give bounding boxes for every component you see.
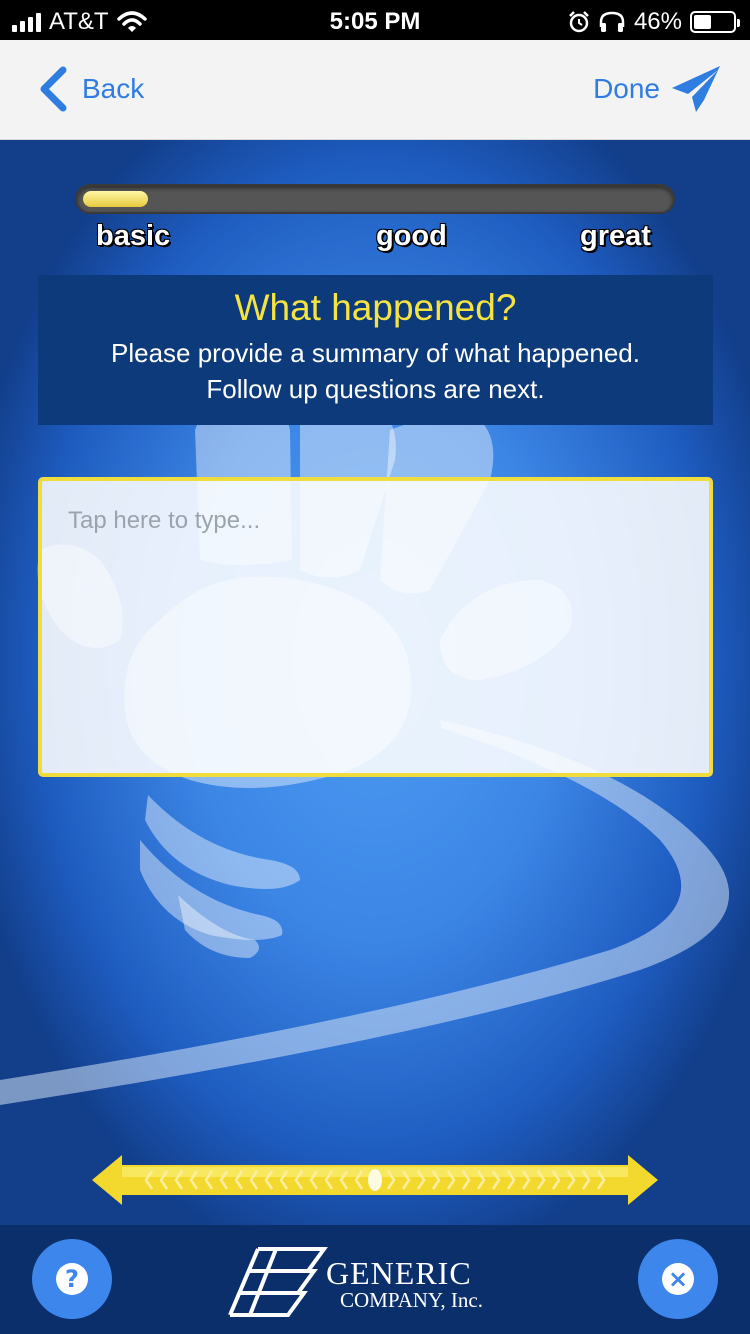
done-label: Done (593, 73, 660, 104)
main-content: basic good great What happened? Please p… (0, 140, 750, 1225)
status-bar: AT&T 5:05 PM 46% (0, 0, 750, 40)
company-logo: GENERIC COMPANY, Inc. (228, 1241, 508, 1319)
paper-plane-icon (672, 66, 720, 112)
help-button[interactable]: ? (32, 1239, 112, 1319)
level-great: great (580, 220, 651, 252)
level-good: good (376, 220, 447, 252)
status-right: 46% (568, 8, 740, 36)
battery-fill (694, 15, 712, 29)
chevron-left-icon (40, 66, 67, 112)
summary-text-input[interactable]: Tap here to type... (38, 477, 713, 777)
prompt-instructions: Please provide a summary of what happene… (38, 335, 713, 407)
progress-fill (83, 191, 148, 207)
nav-bar: Back Done (0, 40, 750, 140)
battery-icon (690, 11, 740, 33)
close-icon: × (662, 1263, 694, 1295)
headphones-icon (599, 11, 625, 32)
back-label: Back (82, 73, 145, 104)
logo-text-generic: GENERIC (326, 1255, 472, 1291)
close-button[interactable]: × (638, 1239, 718, 1319)
prompt-panel: What happened? Please provide a summary … (38, 275, 713, 425)
question-icon: ? (56, 1263, 88, 1295)
prompt-line-2: Follow up questions are next. (206, 374, 545, 404)
logo-text-company: COMPANY, Inc. (340, 1288, 483, 1312)
prompt-line-1: Please provide a summary of what happene… (111, 338, 640, 368)
footer-bar: ? GENERIC COMPANY, Inc. × (0, 1225, 750, 1334)
logo-mark (228, 1247, 328, 1317)
swipe-arrow-icon[interactable] (92, 1155, 658, 1205)
done-button[interactable]: Done (593, 64, 722, 114)
back-button[interactable]: Back (38, 66, 144, 112)
alarm-icon (569, 11, 589, 33)
level-basic: basic (96, 220, 171, 252)
prompt-title: What happened? (234, 287, 517, 328)
summary-placeholder: Tap here to type... (68, 507, 261, 534)
battery-percent: 46% (633, 8, 682, 35)
progress-track (75, 184, 675, 214)
